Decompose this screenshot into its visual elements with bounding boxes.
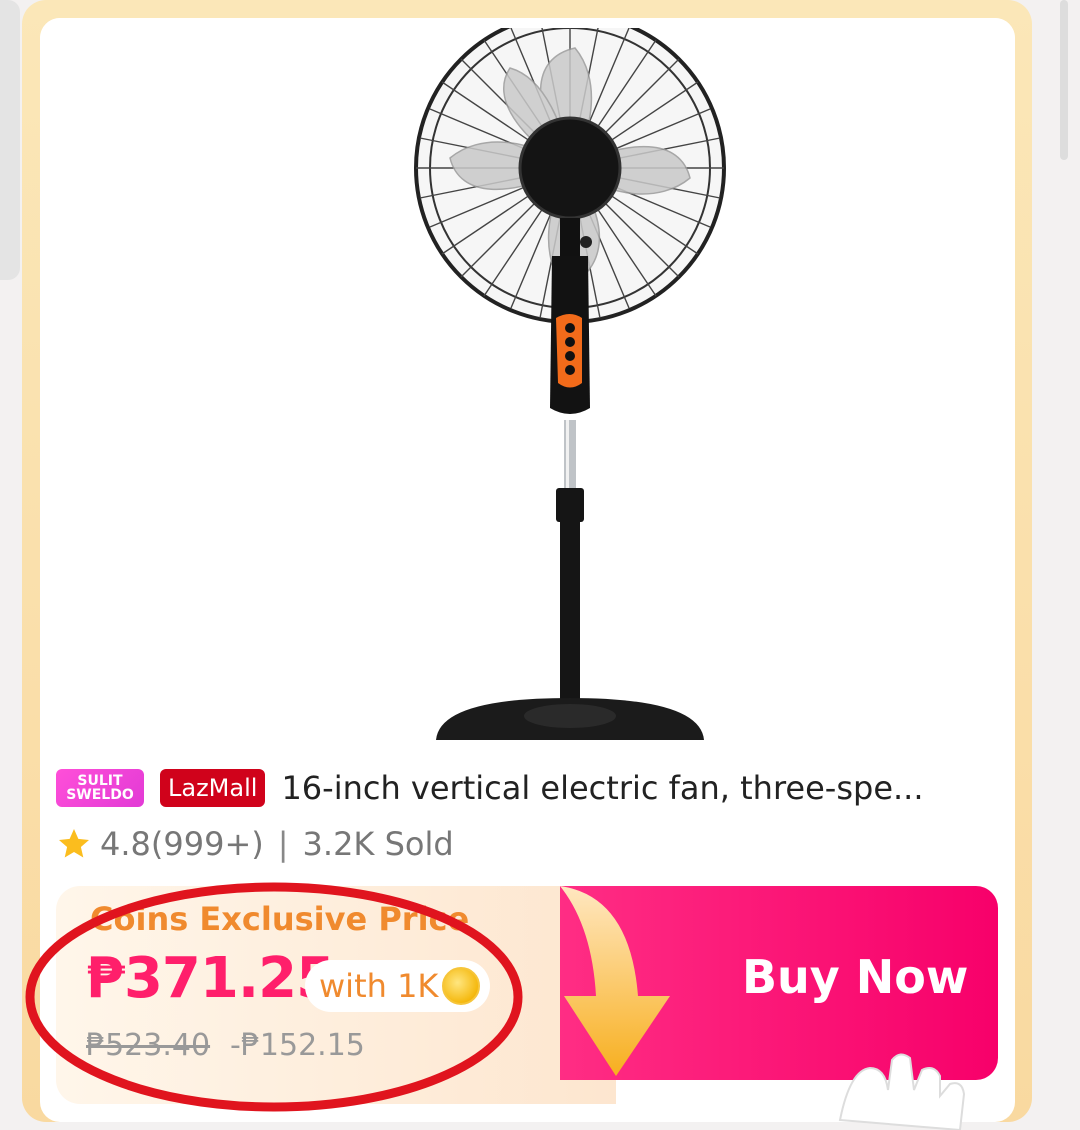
coin-requirement-text: with 1K [319, 967, 439, 1005]
coins-exclusive-label: Coins Exclusive Price [90, 900, 470, 938]
electric-fan-image [414, 28, 726, 740]
scrollbar[interactable] [1060, 0, 1068, 160]
rating-value: 4.8(999+) [100, 825, 264, 863]
star-icon [59, 829, 89, 858]
coin-requirement-pill: with 1K [305, 960, 491, 1012]
lazmall-badge: LazMall [160, 769, 266, 807]
pointing-hand-icon [838, 1053, 966, 1130]
discount-amount: -₱152.15 [230, 1028, 365, 1063]
product-title-row[interactable]: SULIT SWELDO LazMall 16-inch vertical el… [56, 766, 1006, 810]
rating-row: 4.8(999+) | 3.2K Sold [56, 822, 454, 866]
sold-count: 3.2K Sold [302, 825, 454, 863]
down-arrow-icon [560, 886, 670, 1076]
adjacent-card-edge [0, 0, 20, 280]
product-title[interactable]: 16-inch vertical electric fan, three-spe… [281, 769, 923, 807]
sulit-sweldo-badge: SULIT SWELDO [56, 769, 144, 807]
buy-now-button[interactable]: Buy Now [742, 950, 968, 1004]
sulit-badge-line2: SWELDO [66, 787, 134, 803]
coin-icon [442, 967, 481, 1005]
product-image[interactable] [40, 18, 1015, 748]
exclusive-price: ₱371.25 [86, 946, 335, 1011]
rating-separator: | [277, 825, 289, 863]
sulit-badge-line1: SULIT [77, 773, 123, 789]
original-price: ₱523.40 [86, 1028, 211, 1063]
